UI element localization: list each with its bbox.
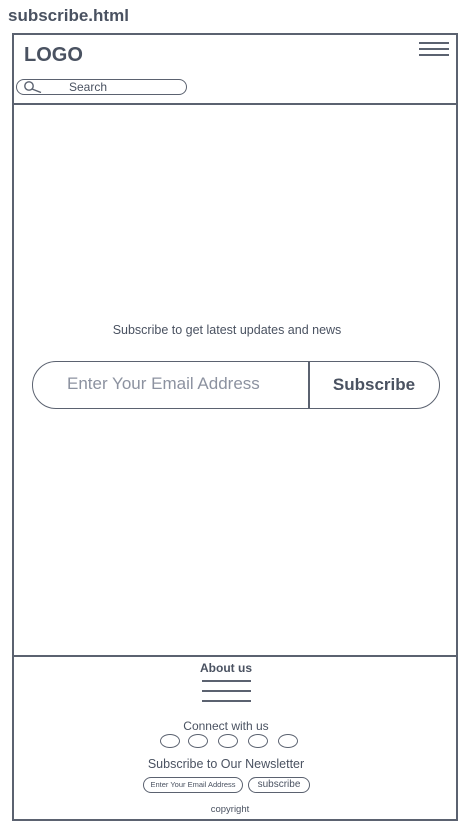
social-links [158, 734, 298, 750]
email-field[interactable]: Enter Your Email Address [67, 374, 260, 394]
search-placeholder: Search [69, 80, 108, 94]
header: LOGO Search [14, 35, 456, 105]
page-frame: LOGO Search Subscribe to get latest upda… [12, 33, 458, 821]
social-icon-3[interactable] [218, 734, 238, 748]
hamburger-menu-icon[interactable] [419, 42, 449, 60]
subscribe-form: Enter Your Email Address Subscribe [32, 361, 440, 409]
footer: About us Connect with us Subscribe to Ou… [14, 655, 456, 819]
newsletter-email-field[interactable]: Enter Your Email Address [143, 777, 243, 793]
social-icon-1[interactable] [160, 734, 180, 748]
search-icon [24, 81, 42, 93]
logo[interactable]: LOGO [24, 44, 83, 67]
newsletter-heading: Subscribe to Our Newsletter [147, 757, 305, 771]
social-icon-5[interactable] [278, 734, 298, 748]
connect-heading: Connect with us [183, 719, 269, 733]
subscribe-button[interactable]: Subscribe [309, 362, 439, 408]
subscribe-tagline: Subscribe to get latest updates and news [112, 323, 342, 337]
social-icon-2[interactable] [188, 734, 208, 748]
copyright-text: copyright [210, 804, 250, 815]
about-text-placeholder [202, 680, 252, 710]
search-input[interactable]: Search [16, 79, 187, 95]
newsletter-subscribe-button[interactable]: subscribe [248, 777, 310, 793]
file-title: subscribe.html [8, 6, 129, 25]
social-icon-4[interactable] [248, 734, 268, 748]
about-us-link[interactable]: About us [14, 661, 438, 675]
